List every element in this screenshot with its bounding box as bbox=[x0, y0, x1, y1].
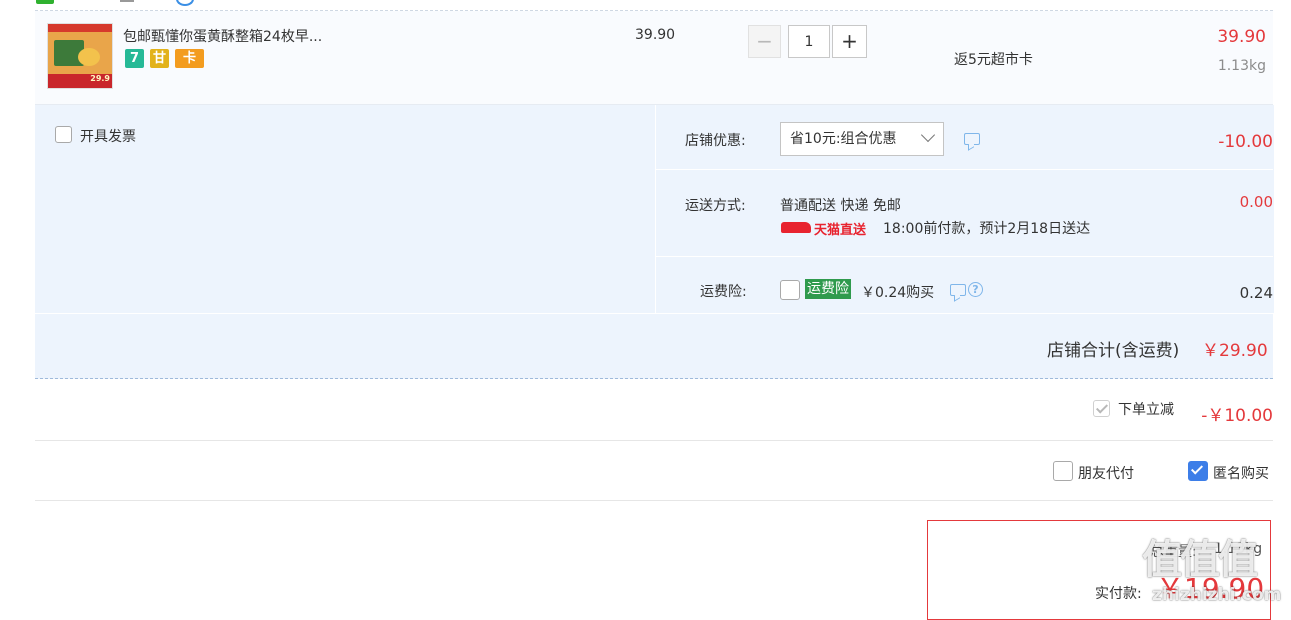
insurance-amount: 0.24 bbox=[1239, 284, 1273, 302]
shipping-eta: 18:00前付款，预计2月18日送达 bbox=[883, 221, 1091, 237]
shop-discount-selected: 省10元:组合优惠 bbox=[790, 131, 897, 147]
friend-pay-label[interactable]: 朋友代付 bbox=[1078, 463, 1134, 483]
rebate-text: 返5元超市卡 bbox=[954, 52, 1033, 68]
divider bbox=[35, 500, 1273, 501]
thumbnail-price: 29.9 bbox=[90, 74, 110, 83]
watermark-site: zhizhizhi.com bbox=[1152, 585, 1282, 605]
shop-total-value: ￥29.90 bbox=[1202, 341, 1268, 361]
tmall-direct-logo: 天猫直送 bbox=[781, 219, 869, 238]
product-title-link[interactable]: 包邮甄懂你蛋黄酥整箱24枚早... bbox=[123, 26, 322, 46]
quantity-increase-button[interactable]: + bbox=[832, 25, 867, 58]
instant-discount-value: -￥10.00 bbox=[1201, 406, 1273, 426]
insurance-checkbox[interactable] bbox=[780, 280, 800, 300]
message-icon[interactable] bbox=[950, 284, 966, 296]
shipping-method: 普通配送 快递 免邮 bbox=[780, 198, 901, 214]
actual-payment-label: 实付款: bbox=[1095, 586, 1142, 602]
seven-day-return-icon: 7 bbox=[125, 49, 144, 68]
chevron-down-icon bbox=[920, 127, 936, 143]
insurance-price: ￥0.24购买 bbox=[861, 285, 935, 301]
header-text-fragment bbox=[120, 0, 134, 2]
anonymous-purchase-checkbox[interactable] bbox=[1188, 461, 1208, 481]
tmall-direct-text: 天猫直送 bbox=[814, 223, 867, 238]
insurance-label: 运费险: bbox=[700, 284, 747, 300]
anonymous-purchase-label[interactable]: 匿名购买 bbox=[1213, 463, 1269, 483]
item-subtotal: 39.90 bbox=[1217, 27, 1266, 47]
quantity-decrease-button[interactable]: − bbox=[748, 25, 781, 58]
quality-badge-icon: 甘 bbox=[150, 49, 169, 68]
shop-discount-amount: -10.00 bbox=[1218, 132, 1273, 152]
shop-discount-label: 店铺优惠: bbox=[685, 133, 746, 149]
product-thumbnail[interactable]: 29.9 bbox=[47, 23, 113, 89]
delivery-truck-icon bbox=[781, 222, 811, 233]
instant-discount-label: 下单立减 bbox=[1118, 402, 1174, 418]
unit-price: 39.90 bbox=[635, 27, 676, 43]
help-icon[interactable]: ? bbox=[968, 282, 983, 297]
shipping-amount: 0.00 bbox=[1239, 193, 1273, 211]
cart-item-row: 29.9 包邮甄懂你蛋黄酥整箱24枚早... 7 甘 卡 39.90 − + 返… bbox=[35, 11, 1273, 105]
invoice-label[interactable]: 开具发票 bbox=[80, 126, 136, 146]
shipping-label: 运送方式: bbox=[685, 198, 746, 214]
insurance-tag: 运费险 bbox=[805, 279, 851, 299]
card-payment-icon: 卡 bbox=[175, 49, 204, 68]
shop-discount-select[interactable]: 省10元:组合优惠 bbox=[780, 122, 944, 156]
invoice-checkbox[interactable] bbox=[55, 126, 72, 143]
shop-total-label: 店铺合计(含运费) bbox=[1047, 341, 1180, 361]
previous-row-edge bbox=[35, 0, 1273, 11]
watermark-logo: 值值值 bbox=[1142, 537, 1258, 583]
item-weight: 1.13kg bbox=[1217, 58, 1266, 74]
friend-pay-checkbox[interactable] bbox=[1053, 461, 1073, 481]
divider bbox=[35, 440, 1273, 441]
instant-discount-checkbox bbox=[1093, 400, 1110, 417]
message-icon[interactable] bbox=[964, 133, 980, 145]
green-badge-icon bbox=[36, 0, 54, 4]
quantity-input[interactable] bbox=[788, 25, 830, 58]
